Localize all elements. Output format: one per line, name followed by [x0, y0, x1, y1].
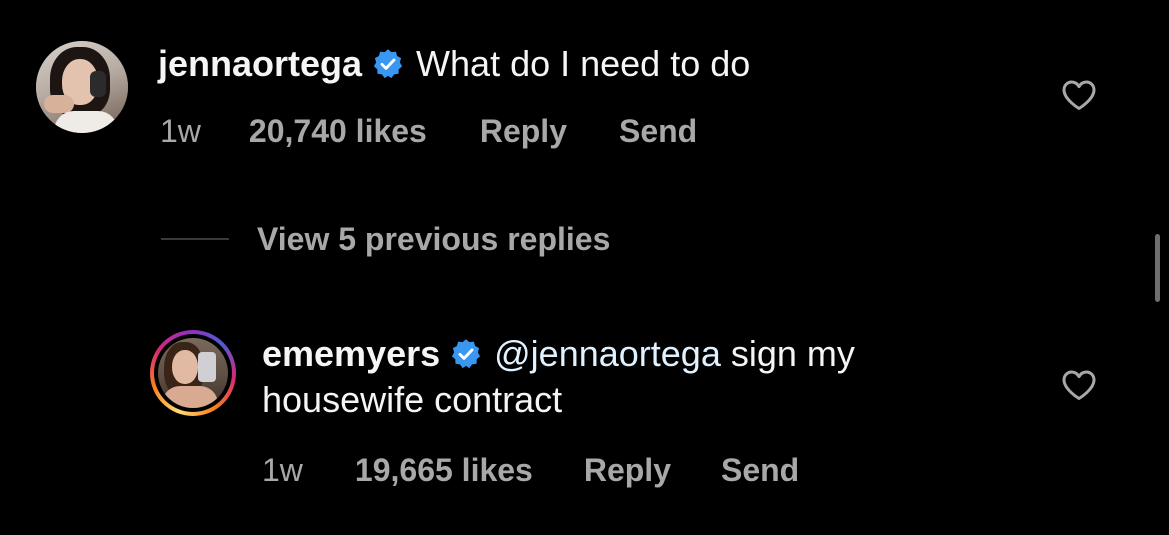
verified-badge-icon [452, 339, 481, 369]
comment-meta: 1w 20,740 likes Reply Send [160, 111, 697, 151]
view-previous-replies-button[interactable]: View 5 previous replies [257, 219, 610, 259]
comment-meta: 1w 19,665 likes Reply Send [262, 450, 799, 490]
comment-time: 1w [262, 451, 303, 488]
avatar-headphone [90, 71, 106, 97]
avatar-ememyers [158, 338, 228, 408]
avatar-jennaortega[interactable] [36, 41, 128, 133]
avatar-shirt [54, 111, 118, 133]
heart-outline-icon[interactable] [1061, 369, 1097, 401]
heart-outline-icon[interactable] [1061, 79, 1097, 111]
comment-text: What do I need to do [416, 43, 751, 84]
avatar-body [162, 386, 218, 408]
mention-link[interactable]: @jennaortega [494, 333, 721, 374]
comment-time: 1w [160, 112, 201, 149]
comment-text-rest: sign my [720, 333, 855, 374]
avatar-ememyers-story-ring[interactable] [150, 330, 236, 416]
avatar-face [172, 350, 198, 384]
scrollbar-thumb[interactable] [1155, 234, 1160, 302]
comment-username[interactable]: ememyers [262, 333, 440, 375]
likes-count-button[interactable]: 19,665 likes [355, 452, 533, 489]
avatar-hand [44, 95, 74, 113]
comment-header: jennaortega What do I need to do [158, 40, 750, 88]
likes-count-button[interactable]: 20,740 likes [249, 113, 427, 150]
send-button[interactable]: Send [619, 113, 697, 150]
comment-text-line1: @jennaortega sign my [494, 333, 855, 375]
replies-divider-line [161, 238, 229, 240]
avatar-phone [198, 352, 216, 382]
comment-header: ememyers @jennaortega sign my [262, 330, 855, 378]
send-button[interactable]: Send [721, 452, 799, 489]
reply-button[interactable]: Reply [480, 113, 567, 150]
reply-button[interactable]: Reply [584, 452, 671, 489]
avatar-ring-gap [154, 334, 232, 412]
comment-username[interactable]: jennaortega [158, 43, 362, 85]
verified-badge-icon [373, 49, 403, 79]
comment-text-line2: housewife contract [262, 379, 563, 420]
